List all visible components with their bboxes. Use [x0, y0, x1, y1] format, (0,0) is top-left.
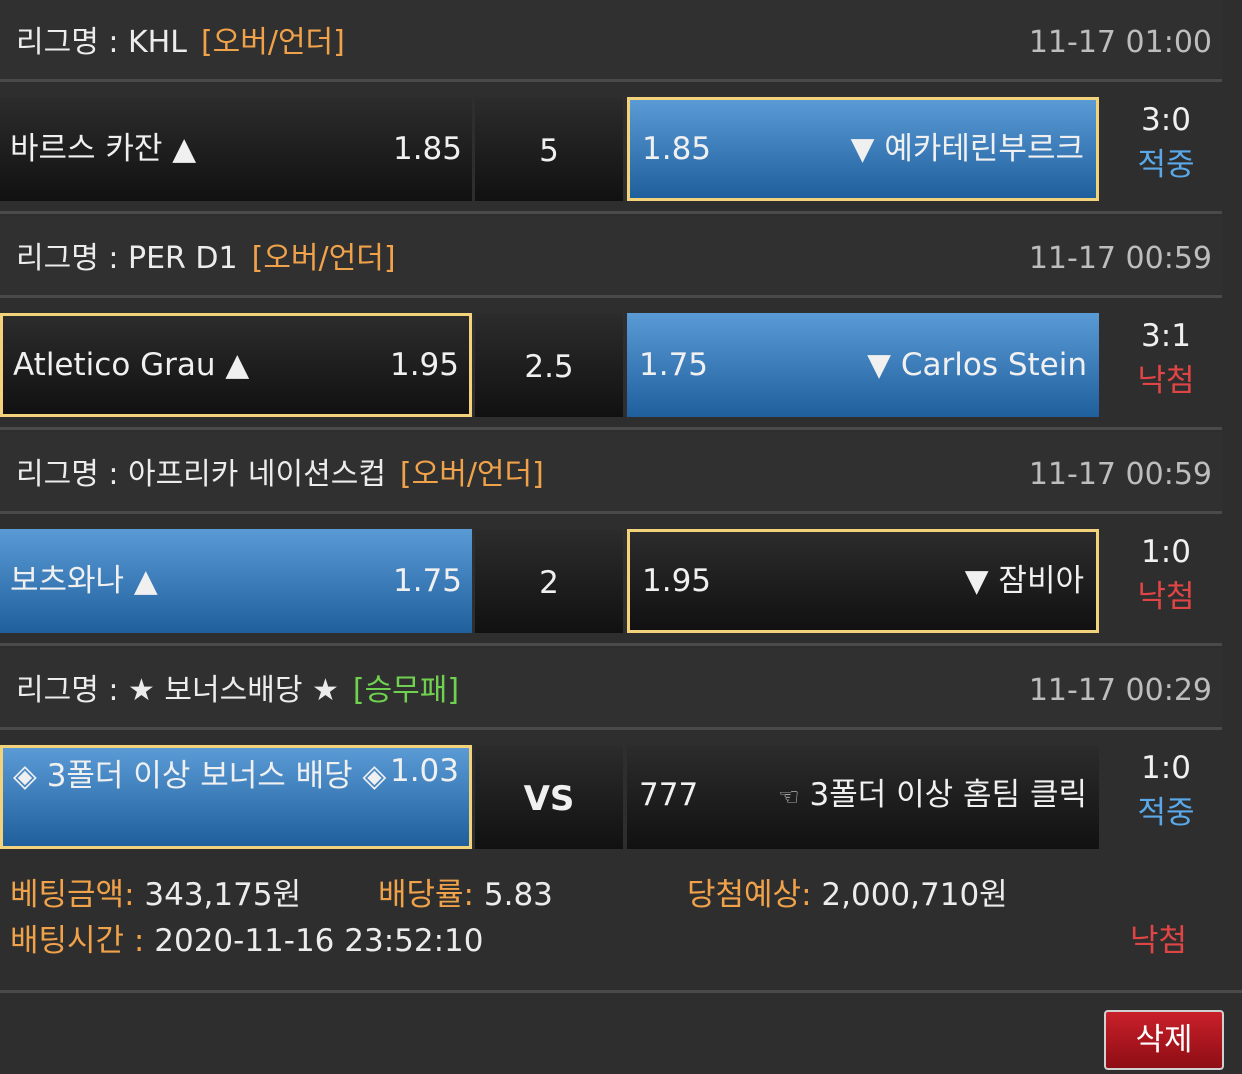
home-odds: 1.85	[392, 131, 462, 167]
home-team: 보츠와나 ▲	[10, 563, 158, 599]
away-odds: 1.85	[642, 131, 712, 167]
away-team: ▼ 예카테린부르크	[850, 131, 1084, 167]
away-bet-cell[interactable]: 1.85 ▼ 예카테린부르크	[627, 97, 1099, 201]
league-name: 리그명 : 아프리카 네이션스컵 [오버/언더]	[16, 457, 544, 492]
score: 3:0	[1141, 102, 1191, 138]
amount-label: 베팅금액:	[10, 877, 135, 913]
divider	[0, 427, 1222, 430]
match-row: 바르스 카잔 ▲ 1.85 5 1.85 ▼ 예카테린부르크 3:0 적중	[0, 97, 1222, 201]
home-team: Atletico Grau ▲	[13, 347, 250, 383]
league-name: 리그명 : KHL [오버/언더]	[16, 25, 345, 60]
away-odds: 1.95	[642, 563, 712, 599]
score: 1:0	[1141, 534, 1191, 570]
away-bet-cell[interactable]: 1.75 ▼ Carlos Stein	[627, 313, 1099, 417]
expected-line: 당첨예상: 2,000,710원	[687, 870, 1008, 920]
line-cell: 2.5	[475, 313, 623, 417]
match-time: 11-17 00:29	[1028, 673, 1212, 708]
away-team: 3폴더 이상 홈팀 클릭	[809, 777, 1087, 813]
result-status: 적중	[1137, 795, 1195, 831]
amount-value: 343,175원	[144, 877, 302, 913]
bet-type: [오버/언더]	[200, 25, 345, 60]
bet-type: [오버/언더]	[399, 457, 544, 492]
bet-type: [승무패]	[352, 673, 460, 708]
match-result: 1:0 낙첨	[1110, 529, 1222, 633]
match-row: ◈ 3폴더 이상 보너스 배당 ◈ 1.03 VS 777 ☜ 3폴더 이상 홈팀…	[0, 745, 1222, 849]
rate-value: 5.83	[483, 877, 553, 913]
away-odds: 777	[639, 777, 699, 813]
bet-summary: 베팅금액: 343,175원 배당률: 5.83 당첨예상: 2,000,710…	[10, 870, 1222, 990]
league-name: 리그명 : PER D1 [오버/언더]	[16, 241, 396, 276]
away-bet-cell[interactable]: 1.95 ▼ 잠비아	[627, 529, 1099, 633]
match-result: 1:0 적중	[1110, 745, 1222, 849]
league-header: 리그명 : 아프리카 네이션스컵 [오버/언더] 11-17 00:59	[0, 432, 1222, 514]
match-row: Atletico Grau ▲ 1.95 2.5 1.75 ▼ Carlos S…	[0, 313, 1222, 417]
score: 1:0	[1141, 750, 1191, 786]
expected-value: 2,000,710원	[821, 877, 1008, 913]
amount-line: 베팅금액: 343,175원	[10, 870, 301, 920]
match-result: 3:0 적중	[1110, 97, 1222, 201]
vs-label: VS	[475, 745, 623, 849]
home-bet-cell[interactable]: 바르스 카잔 ▲ 1.85	[0, 97, 472, 201]
match-time: 11-17 00:59	[1028, 241, 1212, 276]
rate-line: 배당률: 5.83	[378, 870, 553, 920]
match-time: 11-17 01:00	[1028, 25, 1212, 60]
league-header: 리그명 : ★ 보너스배당 ★ [승무패] 11-17 00:29	[0, 648, 1222, 730]
bet-time-label: 배팅시간 :	[10, 923, 145, 959]
home-odds: 1.75	[392, 563, 462, 599]
divider	[0, 990, 1242, 993]
home-bet-cell[interactable]: 보츠와나 ▲ 1.75	[0, 529, 472, 633]
line-cell: 2	[475, 529, 623, 633]
result-status: 낙첨	[1137, 363, 1195, 399]
home-team: 바르스 카잔 ▲	[10, 131, 197, 167]
away-odds: 1.75	[639, 347, 709, 383]
divider	[0, 211, 1222, 214]
delete-button[interactable]: 삭제	[1104, 1010, 1224, 1070]
bet-time-line: 배팅시간 : 2020-11-16 23:52:10	[10, 916, 484, 966]
away-team: ▼ Carlos Stein	[867, 347, 1087, 383]
league-header: 리그명 : KHL [오버/언더] 11-17 01:00	[0, 0, 1222, 82]
result-status: 낙첨	[1137, 579, 1195, 615]
league-name: 리그명 : ★ 보너스배당 ★ [승무패]	[16, 673, 460, 708]
bet-type: [오버/언더]	[251, 241, 396, 276]
divider	[0, 643, 1222, 646]
match-row: 보츠와나 ▲ 1.75 2 1.95 ▼ 잠비아 1:0 낙첨	[0, 529, 1222, 633]
home-odds: 1.95	[389, 347, 459, 383]
away-bet-cell[interactable]: 777 ☜ 3폴더 이상 홈팀 클릭	[627, 745, 1099, 849]
home-bet-cell[interactable]: Atletico Grau ▲ 1.95	[0, 313, 472, 417]
league-header: 리그명 : PER D1 [오버/언더] 11-17 00:59	[0, 216, 1222, 298]
match-result: 3:1 낙첨	[1110, 313, 1222, 417]
overall-result: 낙첨	[1130, 923, 1188, 959]
pointing-hand-icon: ☜	[778, 783, 800, 811]
away-team-wrapper: ☜ 3폴더 이상 홈팀 클릭	[778, 745, 1087, 847]
rate-label: 배당률:	[378, 877, 475, 913]
home-odds: 1.03	[389, 753, 459, 789]
result-status: 적중	[1137, 147, 1195, 183]
expected-label: 당첨예상:	[687, 877, 812, 913]
line-cell: 5	[475, 97, 623, 201]
score: 3:1	[1141, 318, 1191, 354]
bonus-bet-cell[interactable]: ◈ 3폴더 이상 보너스 배당 ◈ 1.03	[0, 745, 472, 849]
bet-time-value: 2020-11-16 23:52:10	[154, 923, 484, 959]
away-team: ▼ 잠비아	[964, 563, 1084, 599]
match-time: 11-17 00:59	[1028, 457, 1212, 492]
bonus-name: ◈ 3폴더 이상 보너스 배당 ◈	[13, 758, 387, 794]
